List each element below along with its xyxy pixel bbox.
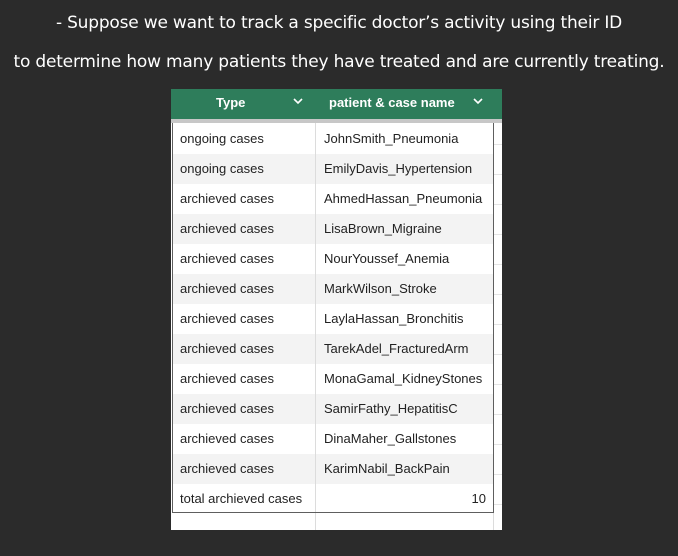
row-separator xyxy=(494,174,502,175)
column-header-label: Type xyxy=(216,95,246,110)
next-column-edge xyxy=(493,123,502,530)
row-separator xyxy=(494,294,502,295)
row-separator xyxy=(494,204,502,205)
column-header-patient-case-name[interactable]: patient & case name xyxy=(315,89,502,119)
row-separator xyxy=(494,504,502,505)
row-separator xyxy=(494,264,502,265)
column-header-type[interactable]: Type xyxy=(171,89,315,119)
caption-line-2: to determine how many patients they have… xyxy=(13,52,665,72)
table-header-row: Type patient & case name xyxy=(171,89,502,119)
row-separator xyxy=(494,354,502,355)
row-separator xyxy=(494,474,502,475)
row-separator xyxy=(494,414,502,415)
column-header-label: patient & case name xyxy=(329,95,455,110)
row-separator xyxy=(494,144,502,145)
row-separator xyxy=(494,384,502,385)
spreadsheet-table: Type patient & case name ongoing cases Jo… xyxy=(171,89,502,530)
row-separator xyxy=(494,234,502,235)
table-border xyxy=(172,123,494,513)
chevron-down-icon[interactable] xyxy=(473,98,483,105)
caption-line-1: - Suppose we want to track a specific do… xyxy=(55,13,623,33)
row-separator xyxy=(494,444,502,445)
row-separator xyxy=(494,324,502,325)
chevron-down-icon[interactable] xyxy=(293,98,303,105)
